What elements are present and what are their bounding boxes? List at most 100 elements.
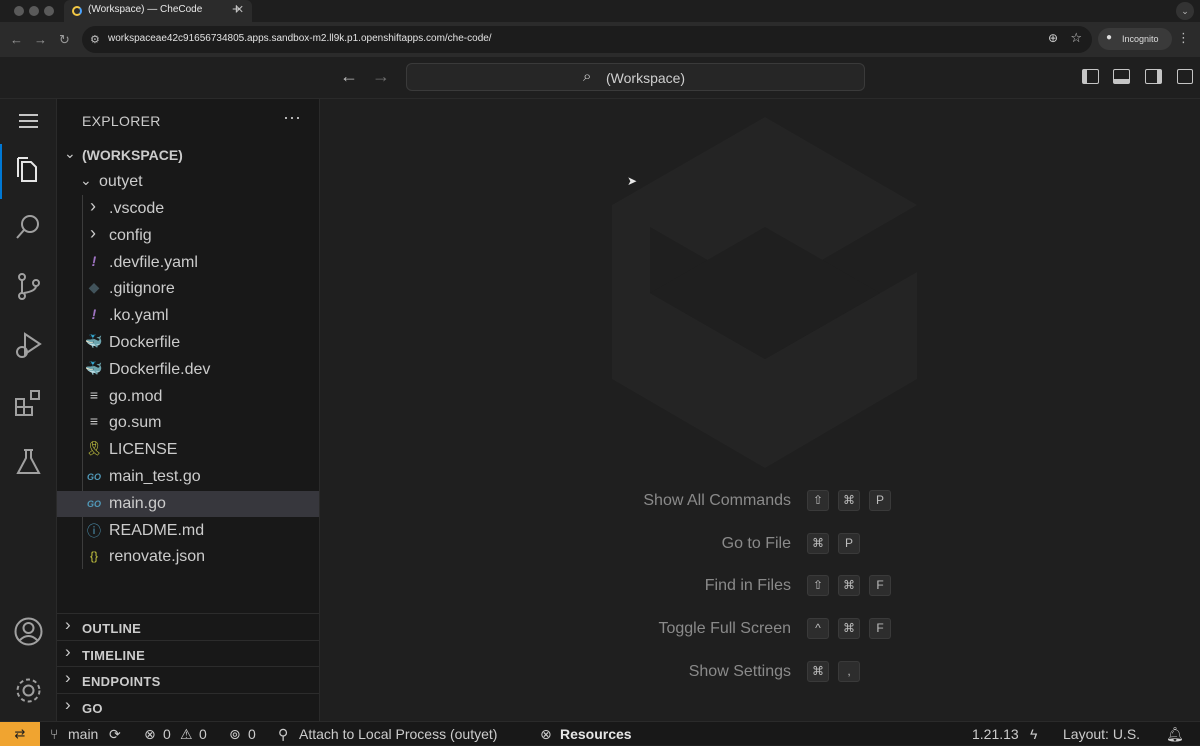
errors-count[interactable]: 0 bbox=[163, 726, 171, 742]
warnings-count[interactable]: 0 bbox=[199, 726, 207, 742]
new-tab-button[interactable]: + bbox=[232, 1, 241, 18]
tree-file[interactable]: GO main_test.go bbox=[57, 464, 319, 490]
go-version[interactable]: 1.21.13 bbox=[972, 726, 1019, 742]
workspace-root[interactable]: ⌄ (WORKSPACE) bbox=[57, 142, 319, 168]
remote-indicator-icon[interactable]: ⇄ bbox=[0, 722, 40, 746]
tree-file[interactable]: ≡ go.mod bbox=[57, 384, 319, 410]
accounts-icon[interactable] bbox=[12, 615, 45, 648]
shortcut-row[interactable]: Show Settings ⌘, bbox=[320, 660, 1200, 684]
incognito-badge[interactable]: ● Incognito bbox=[1098, 28, 1172, 50]
browser-back-icon[interactable]: ← bbox=[10, 32, 23, 47]
zoom-icon[interactable]: ⊕ bbox=[1048, 31, 1058, 45]
resources-icon[interactable]: ⊗ bbox=[540, 726, 552, 743]
resources-label[interactable]: Resources bbox=[560, 726, 632, 742]
go-back-icon[interactable]: ← bbox=[340, 66, 358, 87]
go-forward-icon[interactable]: → bbox=[372, 66, 390, 87]
toggle-primary-sidebar-icon[interactable] bbox=[1082, 69, 1099, 84]
errors-icon[interactable]: ⊗ bbox=[144, 726, 156, 743]
json-icon: {} bbox=[89, 549, 98, 564]
window-close-dot[interactable] bbox=[14, 6, 24, 16]
tree-file[interactable]: ! .ko.yaml bbox=[57, 303, 319, 329]
section-outline[interactable]: › OUTLINE bbox=[57, 613, 319, 640]
branch-icon[interactable]: ⑂ bbox=[50, 726, 58, 742]
browser-tab[interactable]: (Workspace) — CheCode ✕ bbox=[64, 0, 252, 22]
warnings-icon[interactable]: ⚠ bbox=[180, 726, 193, 743]
section-timeline[interactable]: › TIMELINE bbox=[57, 639, 319, 667]
site-info-icon[interactable]: ⚙ bbox=[90, 33, 100, 46]
shortcut-label: Show All Commands bbox=[643, 492, 791, 509]
docker-icon: 🐳 bbox=[85, 333, 103, 349]
section-endpoints[interactable]: › ENDPOINTS bbox=[57, 666, 319, 693]
run-debug-icon[interactable] bbox=[12, 328, 45, 361]
tree-item-label: go.mod bbox=[109, 387, 163, 405]
license-icon: 🎗 bbox=[85, 440, 103, 457]
tree-item-label: main.go bbox=[109, 494, 166, 512]
keybinding-key: ⌘ bbox=[838, 575, 860, 597]
browser-menu-icon[interactable]: ⋮ bbox=[1177, 30, 1190, 46]
tree-file[interactable]: ◆ .gitignore bbox=[57, 276, 319, 302]
browser-toolbar: ← → ↻ ⚙ workspaceae42c91656734805.apps.s… bbox=[0, 22, 1200, 57]
shortcut-label: Go to File bbox=[721, 534, 791, 552]
address-bar[interactable]: ⚙ workspaceae42c91656734805.apps.sandbox… bbox=[82, 26, 1092, 53]
shortcut-row[interactable]: Find in Files ⇧ ⌘ F bbox=[320, 574, 1200, 598]
go-bolt-icon[interactable]: ϟ bbox=[1030, 726, 1037, 742]
tree-item-label: renovate.json bbox=[109, 548, 206, 566]
more-actions-icon[interactable]: ··· bbox=[283, 107, 301, 128]
section-go[interactable]: › GO bbox=[57, 693, 319, 720]
extensions-icon[interactable] bbox=[12, 387, 45, 420]
keyboard-layout[interactable]: Layout: U.S. bbox=[1063, 726, 1140, 742]
window-zoom-dot[interactable] bbox=[44, 6, 54, 16]
keybinding-key: ⇧ bbox=[807, 575, 829, 597]
ports-count[interactable]: 0 bbox=[248, 726, 256, 742]
ports-icon[interactable]: ⊚ bbox=[229, 726, 241, 743]
tree-folder[interactable]: › .vscode bbox=[57, 196, 319, 222]
tree-file[interactable]: {} renovate.json bbox=[57, 544, 319, 570]
explorer-files-icon[interactable] bbox=[12, 153, 45, 186]
shortcut-row[interactable]: Show All Commands ⇧ ⌘ P bbox=[320, 489, 1200, 513]
activity-bar bbox=[0, 99, 57, 721]
shortcut-row[interactable]: Toggle Full Screen ^ ⌘ F bbox=[320, 617, 1200, 641]
go-icon: GO bbox=[86, 498, 101, 509]
browser-forward-icon[interactable]: → bbox=[34, 32, 47, 47]
browser-reload-icon[interactable]: ↻ bbox=[59, 32, 70, 48]
toggle-panel-icon[interactable] bbox=[1113, 69, 1130, 84]
tree-file[interactable]: ! .devfile.yaml bbox=[57, 250, 319, 276]
shortcut-row[interactable]: Go to File ⌘ P bbox=[320, 532, 1200, 556]
tree-item-label: .ko.yaml bbox=[109, 307, 169, 325]
chevron-down-icon: ⌄ bbox=[80, 172, 92, 188]
window-minimize-dot[interactable] bbox=[29, 6, 39, 16]
tab-search-icon[interactable]: ⌄ bbox=[1176, 2, 1194, 20]
settings-gear-icon[interactable] bbox=[12, 674, 45, 707]
notifications-bell-icon[interactable]: 🔔︎ bbox=[1166, 726, 1184, 743]
tree-file[interactable]: ⓘ README.md bbox=[57, 518, 319, 544]
source-control-icon[interactable] bbox=[12, 270, 45, 303]
tree-file[interactable]: 🐳 Dockerfile bbox=[57, 330, 319, 356]
customize-layout-icon[interactable] bbox=[1177, 69, 1193, 84]
tree-file[interactable]: 🎗 LICENSE bbox=[57, 437, 319, 463]
tree-file[interactable]: GO main.go bbox=[57, 490, 319, 517]
bookmark-star-icon[interactable]: ☆ bbox=[1070, 30, 1082, 46]
menu-icon[interactable] bbox=[12, 105, 45, 138]
testing-flask-icon[interactable] bbox=[12, 445, 45, 478]
tree-file[interactable]: 🐳 Dockerfile.dev bbox=[57, 357, 319, 383]
tree-item-label: Dockerfile bbox=[109, 334, 181, 351]
tree-folder[interactable]: › config bbox=[57, 223, 319, 249]
sync-icon[interactable]: ⟳ bbox=[109, 726, 121, 743]
address-url[interactable]: workspaceae42c91656734805.apps.sandbox-m… bbox=[108, 33, 492, 44]
chevron-right-icon: › bbox=[65, 641, 71, 661]
shortcut-label: Toggle Full Screen bbox=[658, 620, 791, 638]
che-logo-watermark-icon bbox=[612, 117, 917, 468]
docker-icon: 🐳 bbox=[85, 359, 103, 376]
tree-file[interactable]: ≡ go.sum bbox=[57, 410, 319, 436]
tree-item-label: .vscode bbox=[109, 200, 165, 217]
attach-icon[interactable]: ⚲ bbox=[278, 726, 288, 743]
folder-outyet[interactable]: ⌄ outyet bbox=[57, 169, 319, 195]
keybinding-key: P bbox=[838, 532, 860, 554]
git-icon: ◆ bbox=[88, 279, 100, 296]
search-view-icon[interactable] bbox=[12, 211, 45, 244]
status-bar: ⇄ ⑂ main ⟳ ⊗ 0 ⚠ 0 ⊚ 0 ⚲ Attach to Local… bbox=[0, 721, 1200, 746]
toggle-secondary-sidebar-icon[interactable] bbox=[1145, 69, 1162, 84]
branch-name[interactable]: main bbox=[68, 726, 98, 742]
command-center[interactable]: ⌕ (Workspace) bbox=[406, 63, 865, 91]
attach-process[interactable]: Attach to Local Process (outyet) bbox=[299, 726, 497, 742]
